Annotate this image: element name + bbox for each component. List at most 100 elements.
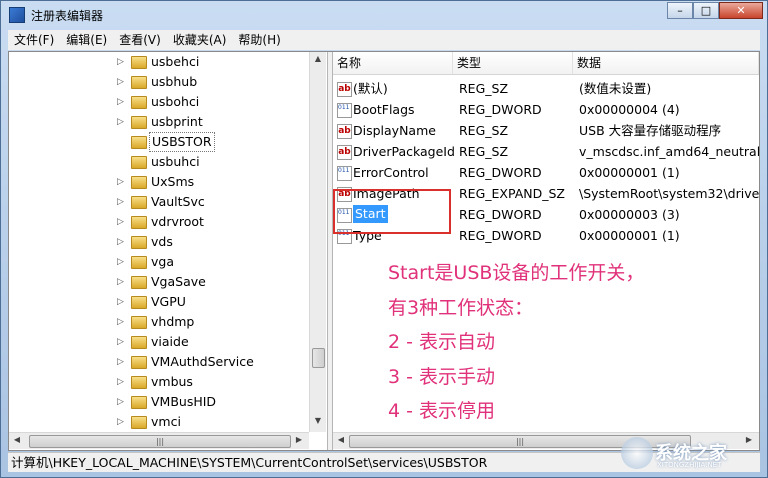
tree-item[interactable]: ▷ vmci xyxy=(9,412,327,432)
tree-item-label: VaultSvc xyxy=(151,194,205,209)
expand-arrow-icon[interactable]: ▷ xyxy=(117,72,127,92)
expand-arrow-icon[interactable]: ▷ xyxy=(117,92,127,112)
expand-arrow-icon[interactable]: ▷ xyxy=(117,352,127,372)
expand-arrow-icon[interactable]: ▷ xyxy=(117,392,127,412)
folder-icon xyxy=(131,396,147,409)
watermark: 系统之家 XITONGZHIJIA.NET xyxy=(621,433,761,473)
expand-arrow-icon[interactable]: ▷ xyxy=(117,272,127,292)
tree-item[interactable]: ▷ vhdmp xyxy=(9,312,327,332)
tree-item-label: VMAuthdService xyxy=(151,354,254,369)
expand-arrow-icon[interactable]: ▷ xyxy=(117,52,127,72)
scroll-down-arrow-icon[interactable]: ▼ xyxy=(310,416,326,430)
folder-icon xyxy=(131,56,147,69)
tree-scroll-thumb[interactable] xyxy=(312,348,325,368)
value-type: REG_DWORD xyxy=(459,207,542,222)
tree-horizontal-scrollbar[interactable]: ◀ ||| ▶ xyxy=(9,432,309,449)
expand-arrow-icon[interactable]: ▷ xyxy=(117,252,127,272)
value-data: v_mscdsc.inf_amd64_neutral_8b1 xyxy=(579,144,759,159)
folder-icon xyxy=(131,236,147,249)
start-value-highlight-box xyxy=(333,189,451,234)
maximize-button[interactable]: □ xyxy=(693,2,719,19)
tree-item[interactable]: ▷ VgaSave xyxy=(9,272,327,292)
tree-item[interactable]: ▷ vds xyxy=(9,232,327,252)
tree-item[interactable]: ▷ VMBusHID xyxy=(9,392,327,412)
minimize-button[interactable]: – xyxy=(667,2,693,19)
scroll-up-arrow-icon[interactable]: ▲ xyxy=(310,54,326,68)
registry-value-row[interactable]: 011 110ErrorControl REG_DWORD 0x00000001 (… xyxy=(333,162,759,183)
expand-arrow-icon[interactable]: ▷ xyxy=(117,332,127,352)
expand-arrow-icon[interactable]: ▷ xyxy=(117,312,127,332)
menu-help[interactable]: 帮助(H) xyxy=(232,30,286,50)
tree-item[interactable]: ▷ viaide xyxy=(9,332,327,352)
column-header-data[interactable]: 数据 xyxy=(573,52,759,74)
close-button[interactable]: ✕ xyxy=(719,2,763,19)
tree-item[interactable]: ▷ VMAuthdService xyxy=(9,352,327,372)
tree-item[interactable]: usbuhci xyxy=(9,152,327,172)
folder-icon xyxy=(131,76,147,89)
tree-item[interactable]: USBSTOR xyxy=(9,132,327,152)
menu-favorites[interactable]: 收藏夹(A) xyxy=(167,30,233,50)
tree-item-label: vmci xyxy=(151,414,181,429)
tree-item[interactable]: ▷ vdrvroot xyxy=(9,212,327,232)
scroll-left-arrow-icon[interactable]: ◀ xyxy=(335,435,347,444)
annotation-line: 2 - 表示自动 xyxy=(388,331,496,353)
tree-item-label: usbprint xyxy=(151,114,203,129)
tree-item[interactable]: ▷ usbprint xyxy=(9,112,327,132)
tree-item[interactable]: ▷ usbohci xyxy=(9,92,327,112)
expand-arrow-icon[interactable]: ▷ xyxy=(117,372,127,392)
registry-value-row[interactable]: ab (默认) REG_SZ (数值未设置) xyxy=(333,78,759,99)
column-header-name[interactable]: 名称 xyxy=(333,52,453,74)
value-type: REG_SZ xyxy=(459,144,509,159)
list-header: 名称 类型 数据 xyxy=(333,52,759,75)
expand-arrow-icon[interactable]: ▷ xyxy=(117,192,127,212)
tree-item-label: usbuhci xyxy=(151,154,200,169)
tree-item-label: USBSTOR xyxy=(149,132,215,152)
folder-icon xyxy=(131,156,147,169)
expand-arrow-icon[interactable]: ▷ xyxy=(117,212,127,232)
tree-item[interactable]: ▷ usbhub xyxy=(9,72,327,92)
menu-file[interactable]: 文件(F) xyxy=(8,30,60,50)
scroll-right-arrow-icon[interactable]: ▶ xyxy=(293,435,305,444)
expand-arrow-icon[interactable]: ▷ xyxy=(117,112,127,132)
folder-icon xyxy=(131,296,147,309)
value-data: \SystemRoot\system32\drivers\ xyxy=(579,186,759,201)
value-data: 0x00000003 (3) xyxy=(579,207,680,222)
tree-item[interactable]: ▷ vmbus xyxy=(9,372,327,392)
value-name: DisplayName xyxy=(353,123,436,138)
title-bar[interactable]: 注册表编辑器 – □ ✕ xyxy=(1,1,767,29)
tree-item-label: usbehci xyxy=(151,54,200,69)
tree-item-label: UxSms xyxy=(151,174,195,189)
folder-icon xyxy=(131,176,147,189)
tree-item[interactable]: ▷ VGPU xyxy=(9,292,327,312)
expand-arrow-icon[interactable]: ▷ xyxy=(117,172,127,192)
column-header-type[interactable]: 类型 xyxy=(453,52,573,74)
expand-arrow-icon[interactable]: ▷ xyxy=(117,232,127,252)
expand-arrow-icon[interactable]: ▷ xyxy=(117,412,127,432)
value-data: 0x00000001 (1) xyxy=(579,228,680,243)
expand-arrow-icon[interactable]: ▷ xyxy=(117,292,127,312)
menu-view[interactable]: 查看(V) xyxy=(113,30,167,50)
watermark-subtext: XITONGZHIJIA.NET xyxy=(657,461,722,469)
registry-value-row[interactable]: ab DriverPackageId REG_SZ v_mscdsc.inf_amd6… xyxy=(333,141,759,162)
value-name: DriverPackageId xyxy=(353,144,455,159)
scroll-left-arrow-icon[interactable]: ◀ xyxy=(11,435,23,444)
folder-icon xyxy=(131,196,147,209)
value-data: (数值未设置) xyxy=(579,81,652,96)
tree-item[interactable]: ▷ usbehci xyxy=(9,52,327,72)
registry-value-row[interactable]: 011 110BootFlags REG_DWORD 0x00000004 (4) xyxy=(333,99,759,120)
tree-item[interactable]: ▷ VaultSvc xyxy=(9,192,327,212)
folder-icon xyxy=(131,116,147,129)
window-controls: – □ ✕ xyxy=(667,2,763,20)
tree-item[interactable]: ▷ UxSms xyxy=(9,172,327,192)
registry-value-row[interactable]: ab DisplayName REG_SZ USB 大容量存储驱动程序 xyxy=(333,120,759,141)
tree-item[interactable]: ▷ vga xyxy=(9,252,327,272)
watermark-logo-icon xyxy=(621,437,653,469)
tree-vertical-scrollbar[interactable]: ▲ ▼ xyxy=(309,52,326,432)
tree-hscroll-thumb[interactable]: ||| xyxy=(29,435,291,448)
folder-icon xyxy=(131,376,147,389)
string-value-icon: ab xyxy=(337,145,352,160)
menu-edit[interactable]: 编辑(E) xyxy=(60,30,113,50)
annotation-line: 4 - 表示停用 xyxy=(388,400,496,422)
tree-item-label: vds xyxy=(151,234,173,249)
value-type: REG_SZ xyxy=(459,81,509,96)
